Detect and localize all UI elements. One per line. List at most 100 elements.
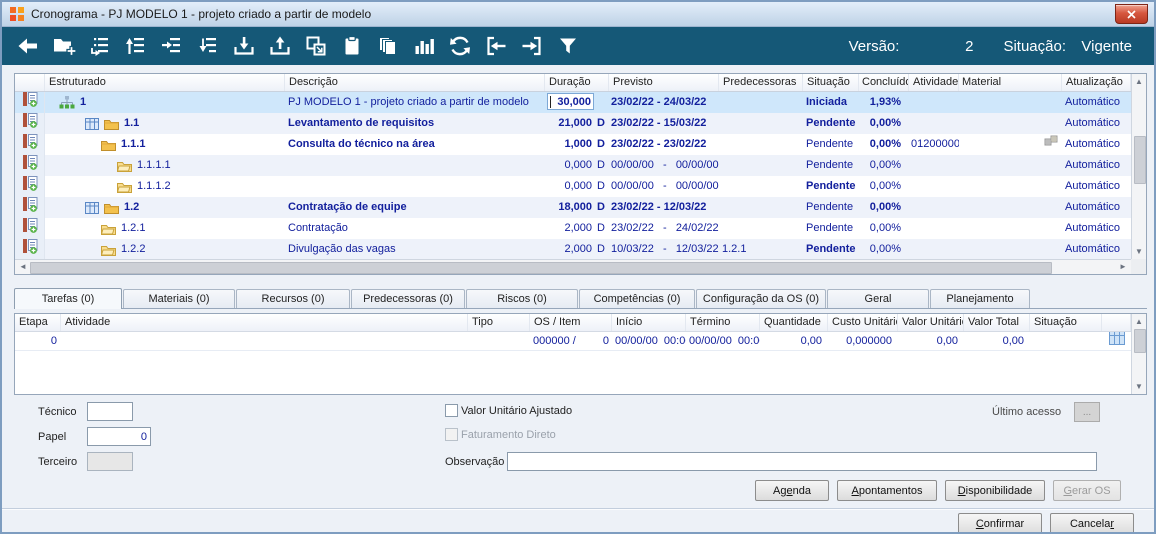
- tab-configuracao-os[interactable]: Configuração da OS (0): [696, 289, 826, 308]
- col-concluido[interactable]: Concluído: [859, 74, 909, 91]
- tab-predecessoras[interactable]: Predecessoras (0): [351, 289, 465, 308]
- col-atualizacao[interactable]: Atualização: [1062, 74, 1131, 91]
- scroll-down-arrow[interactable]: ▼: [1132, 245, 1146, 258]
- row-code: 1.1.1: [121, 138, 146, 150]
- folder-open-icon: [101, 223, 116, 235]
- tab-riscos[interactable]: Riscos (0): [466, 289, 578, 308]
- move-item-icon[interactable]: [118, 30, 154, 62]
- col-custo-unitario[interactable]: Custo Unitário: [828, 314, 898, 331]
- tab-materiais[interactable]: Materiais (0): [123, 289, 235, 308]
- table-row[interactable]: 0 000000 /0 00/00/00 00:00 00/00/00 00:0…: [15, 332, 1146, 351]
- outdent-level-icon[interactable]: [190, 30, 226, 62]
- row-code: 1.1.1.2: [137, 180, 171, 192]
- row-code: 1.2.1: [121, 222, 146, 234]
- filter-icon[interactable]: [550, 30, 586, 62]
- col-inicio[interactable]: Início: [612, 314, 686, 331]
- col-descricao[interactable]: Descrição: [285, 74, 545, 91]
- tarefas-vertical-scrollbar[interactable]: ▲ ▼: [1131, 314, 1146, 394]
- col-tipo[interactable]: Tipo: [468, 314, 530, 331]
- apontamentos-button[interactable]: Apontamentos: [837, 480, 937, 501]
- col-os-item[interactable]: OS / Item: [530, 314, 612, 331]
- title-bar: Cronograma - PJ MODELO 1 - projeto criad…: [2, 2, 1154, 27]
- table-row[interactable]: 1.2.2 Divulgação das vagas 2,000 D 10/03…: [15, 239, 1146, 260]
- paste-icon[interactable]: [334, 30, 370, 62]
- tab-tarefas[interactable]: Tarefas (0): [14, 288, 122, 309]
- col-atividade[interactable]: Atividade: [909, 74, 959, 91]
- col-previsto[interactable]: Previsto: [609, 74, 719, 91]
- table-row[interactable]: 1.1.1 Consulta do técnico na área 1,000 …: [15, 134, 1146, 155]
- scroll-right-arrow[interactable]: ►: [1116, 260, 1130, 274]
- expand-all-icon[interactable]: [514, 30, 550, 62]
- terceiro-input: [87, 452, 133, 471]
- observacao-label: Observação: [445, 456, 505, 468]
- row-code: 1.1.1.1: [137, 159, 171, 171]
- col-duracao[interactable]: Duração: [545, 74, 609, 91]
- back-icon[interactable]: [10, 30, 46, 62]
- close-icon: [1127, 9, 1136, 19]
- tab-competencias[interactable]: Competências (0): [579, 289, 695, 308]
- refresh-icon[interactable]: [442, 30, 478, 62]
- collapse-all-icon[interactable]: [478, 30, 514, 62]
- observacao-input[interactable]: [507, 452, 1097, 471]
- table-row[interactable]: 1.1.1.2 0,000 D 00/00/00 - 00/00/00 Pend…: [15, 176, 1146, 197]
- export-icon[interactable]: [262, 30, 298, 62]
- app-logo-icon: [9, 6, 25, 22]
- col-atividade[interactable]: Atividade: [61, 314, 468, 331]
- gantt-icon[interactable]: [406, 30, 442, 62]
- col-valor-unitario[interactable]: Valor Unitário: [898, 314, 964, 331]
- scroll-thumb[interactable]: [1134, 329, 1146, 353]
- version-label: Versão:: [848, 37, 900, 55]
- tab-planejamento[interactable]: Planejamento: [930, 289, 1030, 308]
- scroll-thumb[interactable]: [30, 262, 1052, 274]
- col-material[interactable]: Material: [959, 74, 1062, 91]
- col-quantidade[interactable]: Quantidade: [760, 314, 828, 331]
- col-predecessoras[interactable]: Predecessoras: [719, 74, 803, 91]
- scroll-down-arrow[interactable]: ▼: [1132, 380, 1146, 393]
- scroll-thumb[interactable]: [1134, 136, 1146, 184]
- row-detail-grid-icon[interactable]: [1108, 332, 1125, 350]
- agenda-button[interactable]: Agenda: [755, 480, 829, 501]
- grid-horizontal-scrollbar[interactable]: ◄ ►: [15, 259, 1131, 274]
- content-area: Estruturado Descrição Duração Previsto P…: [2, 65, 1154, 532]
- grid-vertical-scrollbar[interactable]: ▲ ▼: [1131, 74, 1146, 259]
- tecnico-label: Técnico: [38, 406, 77, 418]
- tab-geral[interactable]: Geral: [827, 289, 929, 308]
- row-insert-icon: [22, 113, 38, 134]
- indent-level-icon[interactable]: [154, 30, 190, 62]
- papel-input[interactable]: [87, 427, 151, 446]
- col-valor-total[interactable]: Valor Total: [964, 314, 1030, 331]
- scroll-up-arrow[interactable]: ▲: [1132, 315, 1146, 328]
- scroll-up-arrow[interactable]: ▲: [1132, 75, 1146, 88]
- col-estruturado[interactable]: Estruturado: [45, 74, 285, 91]
- copy-icon[interactable]: [370, 30, 406, 62]
- col-termino[interactable]: Término: [686, 314, 760, 331]
- ultimo-acesso-button[interactable]: ...: [1074, 402, 1100, 422]
- import-icon[interactable]: [226, 30, 262, 62]
- scroll-left-arrow[interactable]: ◄: [16, 260, 30, 274]
- row-insert-icon: [22, 218, 38, 239]
- table-row[interactable]: 1.1 Levantamento de requisitos 21,000 D …: [15, 113, 1146, 134]
- confirmar-button[interactable]: Confirmar: [958, 513, 1042, 532]
- table-row[interactable]: 1.2 Contratação de equipe 18,000 D 23/02…: [15, 197, 1146, 218]
- valor-unitario-ajustado-checkbox[interactable]: [445, 404, 458, 417]
- table-row[interactable]: 1.2.1 Contratação 2,000 D 23/02/22 - 24/…: [15, 218, 1146, 239]
- cancelar-button[interactable]: Cancelar: [1050, 513, 1134, 532]
- table-row[interactable]: 1.1.1.1 0,000 D 00/00/00 - 00/00/00 Pend…: [15, 155, 1146, 176]
- valor-unitario-ajustado-label[interactable]: Valor Unitário Ajustado: [461, 405, 572, 417]
- copy-structure-icon[interactable]: [298, 30, 334, 62]
- new-project-icon[interactable]: [46, 30, 82, 62]
- col-situacao[interactable]: Situação: [803, 74, 859, 91]
- row-desc: Levantamento de requisitos: [288, 117, 435, 129]
- col-etapa[interactable]: Etapa: [15, 314, 61, 331]
- duracao-edit-field[interactable]: 30,000: [547, 93, 594, 110]
- table-row[interactable]: 1 PJ MODELO 1 - projeto criado a partir …: [15, 92, 1146, 113]
- status-cell: Pendente: [806, 159, 854, 171]
- close-button[interactable]: [1115, 4, 1148, 24]
- row-code: 1.2: [124, 201, 140, 213]
- col-situacao[interactable]: Situação: [1030, 314, 1102, 331]
- disponibilidade-button[interactable]: Disponibilidade: [945, 480, 1045, 501]
- tab-recursos[interactable]: Recursos (0): [236, 289, 350, 308]
- tecnico-input[interactable]: [87, 402, 133, 421]
- insert-item-icon[interactable]: [82, 30, 118, 62]
- terceiro-label: Terceiro: [38, 456, 78, 468]
